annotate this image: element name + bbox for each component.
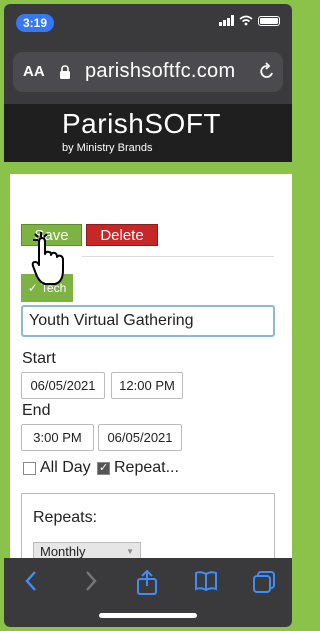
browser-address-area: AA parishsoftfc.com	[4, 42, 292, 104]
start-time-field[interactable]: 12:00 PM	[111, 372, 183, 399]
forward-icon[interactable]	[84, 570, 98, 592]
wifi-icon	[239, 15, 253, 26]
green-divider	[4, 162, 292, 174]
delete-button[interactable]: Delete	[86, 224, 158, 246]
back-icon[interactable]	[24, 570, 38, 592]
all-day-checkbox[interactable]	[23, 462, 36, 475]
repeat-checkbox[interactable]	[97, 461, 110, 475]
share-icon[interactable]	[136, 570, 158, 596]
all-day-label: All Day	[40, 459, 91, 476]
phone-screen: 3:19 AA parishsoftfc.com ParishSOFT by M…	[4, 4, 292, 627]
battery-icon	[258, 15, 280, 26]
event-title-input[interactable]: Youth Virtual Gathering	[21, 305, 275, 337]
bookmarks-icon[interactable]	[194, 570, 218, 592]
start-date-field[interactable]: 06/05/2021	[21, 372, 105, 399]
home-indicator	[99, 613, 197, 618]
repeat-label: Repeat...	[114, 459, 179, 476]
hand-cursor-icon	[31, 232, 64, 285]
brand-logo: ParishSOFT	[62, 108, 222, 139]
start-label: Start	[22, 350, 56, 367]
end-label: End	[22, 402, 51, 419]
repeats-value: Monthly	[40, 544, 86, 559]
end-time-field[interactable]: 3:00 PM	[21, 424, 94, 451]
cellular-signal-icon	[219, 15, 234, 26]
reload-icon[interactable]	[259, 62, 275, 80]
text-size-button[interactable]: AA	[23, 63, 45, 80]
tabs-icon[interactable]	[252, 570, 276, 594]
status-bar: 3:19	[4, 4, 292, 42]
status-time: 3:19	[16, 14, 54, 32]
lock-icon	[60, 65, 70, 79]
brand-tagline: by Ministry Brands	[62, 142, 153, 154]
url-text: parishsoftfc.com	[85, 60, 236, 82]
address-bar[interactable]: AA parishsoftfc.com	[13, 52, 283, 92]
end-date-field[interactable]: 06/05/2021	[98, 424, 182, 451]
divider	[82, 256, 274, 257]
status-icons	[219, 15, 280, 26]
repeats-label: Repeats:	[33, 509, 98, 526]
browser-toolbar	[4, 558, 292, 627]
